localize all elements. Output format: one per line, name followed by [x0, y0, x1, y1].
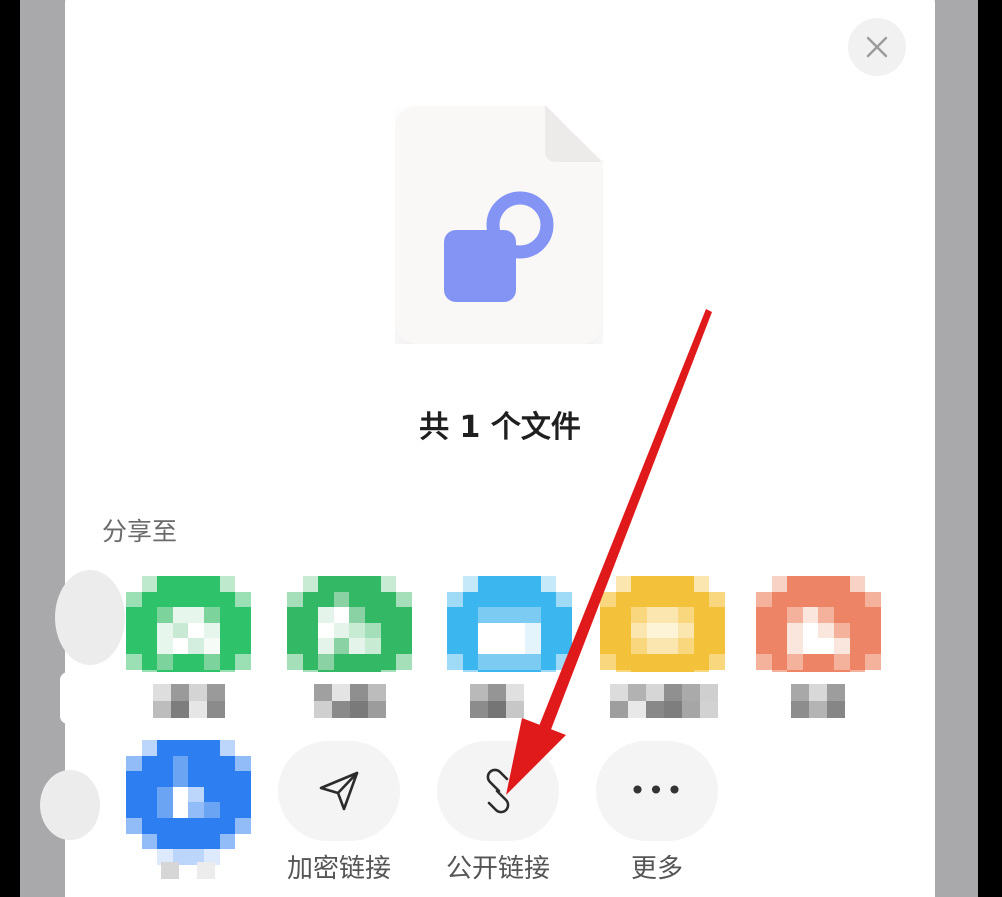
send-icon — [319, 771, 359, 811]
share-app-icon[interactable] — [126, 740, 251, 865]
share-app-label — [610, 684, 718, 718]
encrypted-link-button[interactable] — [278, 741, 400, 841]
share-app-label — [773, 684, 881, 718]
more-label: 更多 — [630, 854, 683, 884]
encrypted-link-label: 加密链接 — [286, 854, 391, 884]
ghost-shape — [40, 770, 100, 840]
screen: 共 1 个文件 分享至 加密链接 公开链接 ••• 更多 — [0, 0, 1002, 897]
link-icon — [486, 768, 510, 814]
public-link-label: 公开链接 — [445, 854, 550, 884]
close-icon — [866, 36, 888, 58]
file-share-icon — [444, 191, 554, 302]
public-link-button[interactable] — [437, 741, 559, 841]
ghost-shape — [55, 570, 125, 665]
file-card-fold — [545, 106, 603, 162]
share-app-label — [143, 862, 251, 896]
share-to-label: 分享至 — [102, 517, 178, 546]
close-button[interactable] — [848, 18, 906, 76]
more-icon: ••• — [629, 774, 685, 807]
more-button[interactable]: ••• — [596, 741, 718, 841]
file-count-text: 共 1 个文件 — [419, 410, 581, 445]
share-app-label — [452, 684, 560, 718]
share-app-label — [296, 684, 404, 718]
share-app-label — [135, 684, 243, 718]
